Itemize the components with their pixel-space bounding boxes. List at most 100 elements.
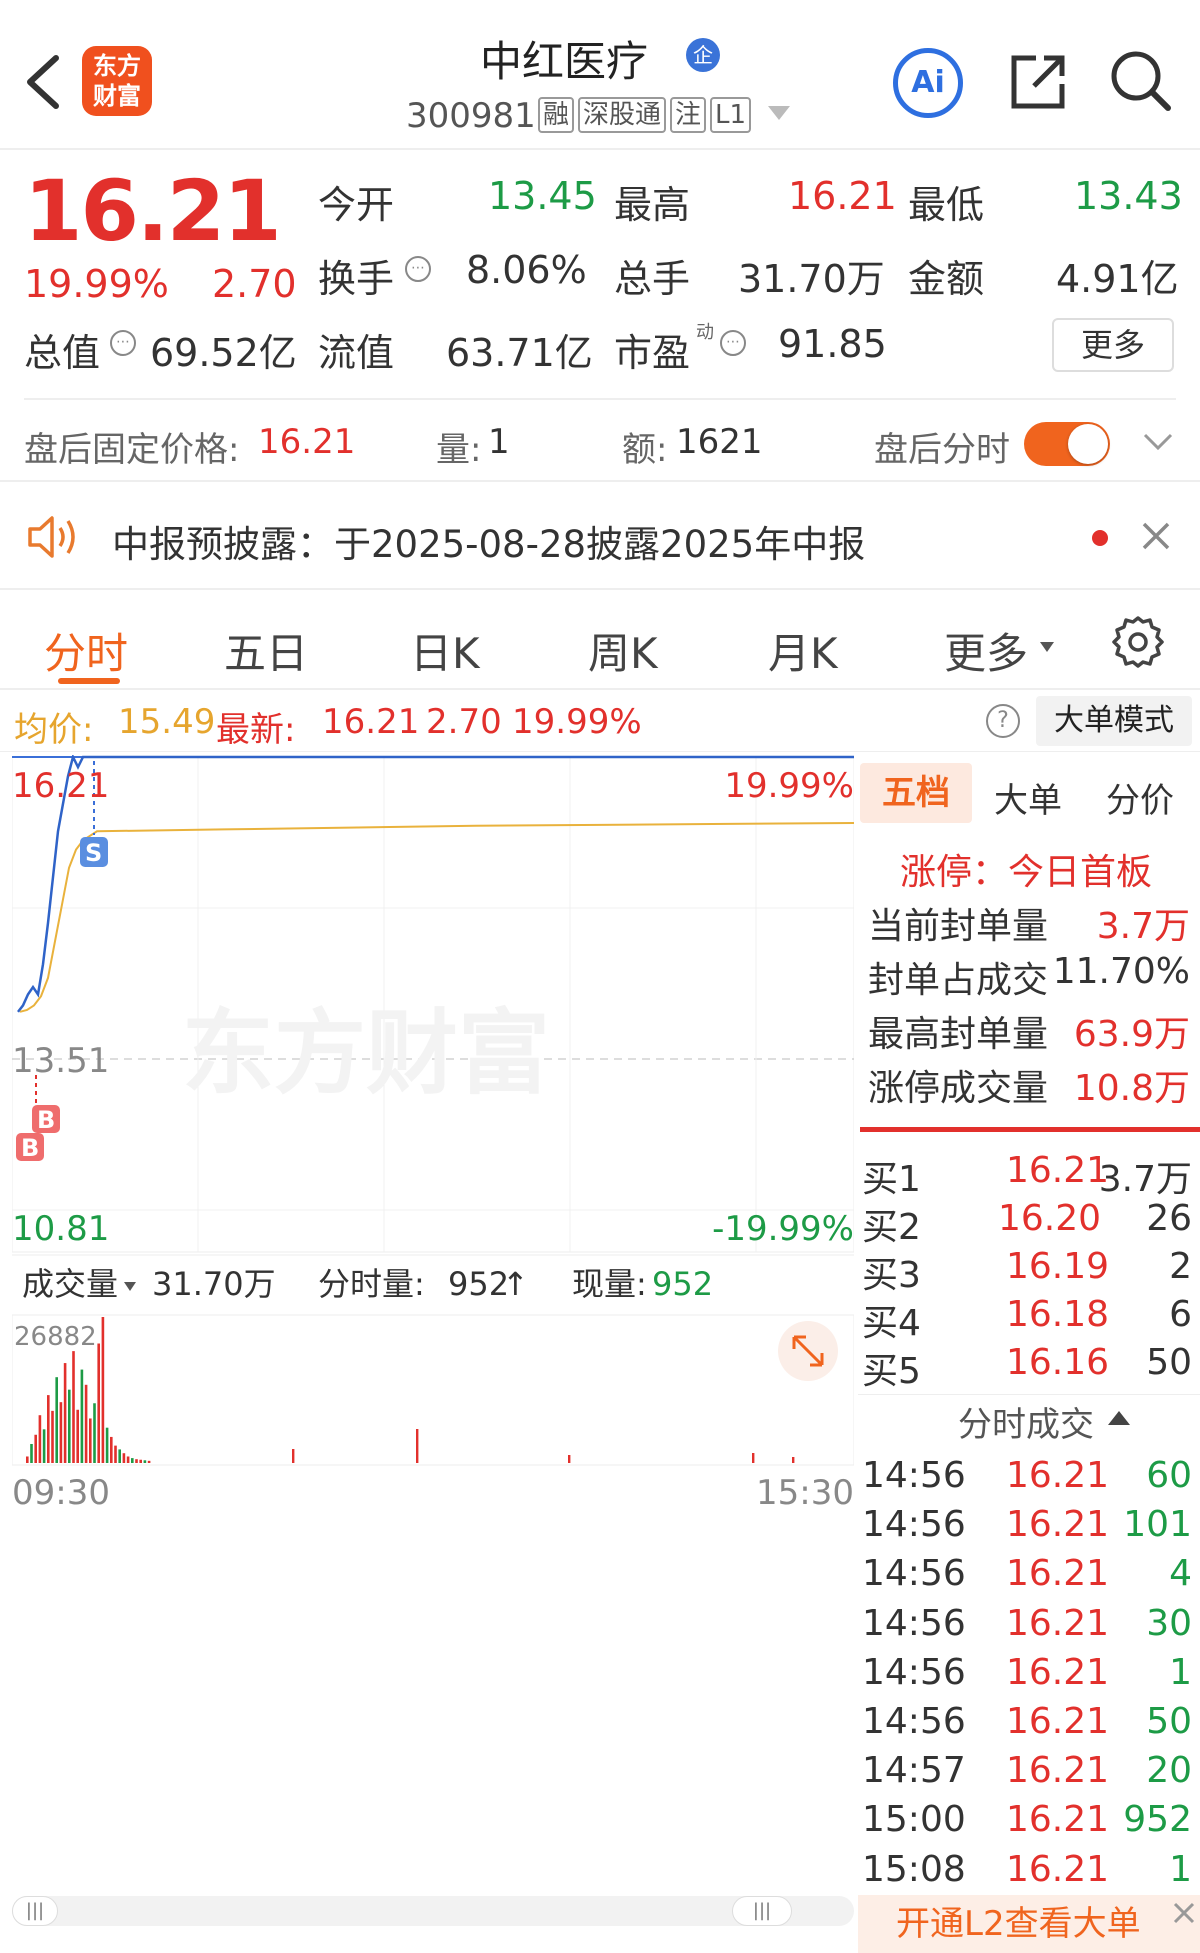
trade-volume: 20 — [1146, 1750, 1192, 1792]
stat-row: 封单占成交 11.70% — [858, 951, 1200, 1001]
tab-weekly-k[interactable]: 周K — [588, 620, 658, 681]
turnover-value: 8.06% — [466, 248, 587, 292]
bid-volume: 2 — [1169, 1246, 1192, 1287]
volume-bar — [47, 1395, 50, 1463]
trade-time: 15:00 — [862, 1799, 966, 1841]
volume-bar — [118, 1449, 121, 1463]
afterhours-price-label: 盘后固定价格: — [24, 430, 240, 470]
watermark: 东方财富 — [182, 1000, 550, 1107]
tab-underline — [58, 678, 120, 684]
speaker-icon — [26, 512, 82, 562]
side-tab-five-level[interactable]: 五档 — [860, 763, 972, 823]
stat-value: 63.9万 — [1073, 1014, 1190, 1055]
volume-bar — [126, 1456, 130, 1463]
marketcap-label: 总值 — [24, 331, 101, 375]
bid-volume: 6 — [1169, 1294, 1192, 1335]
stock-tags: 融 深股通 注 L1 — [538, 97, 752, 133]
volume-bar — [131, 1458, 134, 1463]
ai-button[interactable]: Ai — [893, 48, 963, 118]
help-icon[interactable]: ? — [986, 704, 1020, 738]
volume-bar — [63, 1363, 67, 1463]
bid-row[interactable]: 买4 16.18 6 — [858, 1294, 1200, 1344]
chevron-down-icon[interactable] — [768, 106, 790, 120]
trade-row: 14:57 16.21 20 — [858, 1750, 1200, 1798]
trade-time: 14:56 — [862, 1553, 966, 1595]
tab-monthly-k[interactable]: 月K — [768, 620, 838, 681]
avg-value: 15.49 — [118, 702, 216, 742]
volume-value: 31.70万 — [738, 257, 885, 301]
bid-volume: 26 — [1146, 1198, 1192, 1239]
bid-row[interactable]: 买2 16.20 26 — [858, 1198, 1200, 1248]
share-icon[interactable] — [1006, 50, 1070, 114]
y-tick-low: 10.81 — [12, 1209, 109, 1249]
volume-total: 31.70万 — [152, 1265, 276, 1303]
bid-label: 买5 — [862, 1351, 921, 1392]
x-tick-end: 15:30 — [756, 1473, 854, 1513]
tab-intraday[interactable]: 分时 — [44, 620, 128, 681]
trade-row: 14:56 16.21 60 — [858, 1455, 1200, 1503]
current-volume-label: 现量: — [572, 1265, 647, 1303]
trade-volume: 1 — [1169, 1848, 1192, 1890]
pe-dynamic-sup: 动 — [696, 322, 714, 343]
trade-volume: 101 — [1123, 1504, 1192, 1546]
dropdown-arrow-icon[interactable] — [124, 1282, 136, 1291]
chart-canvas[interactable]: 东方财富 S B B 16.21 13.51 10.81 19.99% -19.… — [11, 753, 855, 1515]
close-icon[interactable] — [1140, 520, 1172, 552]
volume-bar — [59, 1402, 63, 1463]
chevron-down-icon[interactable] — [1142, 430, 1174, 454]
gear-icon[interactable] — [1110, 614, 1166, 670]
trades-title[interactable]: 分时成交 — [958, 1397, 1094, 1446]
info-icon[interactable]: ⋯ — [110, 330, 136, 356]
volume-selector[interactable]: 成交量 — [22, 1265, 118, 1303]
info-icon[interactable]: ⋯ — [720, 330, 746, 356]
float-label: 流值 — [318, 331, 395, 375]
trade-volume: 1 — [1169, 1651, 1192, 1693]
tab-more[interactable]: 更多 — [944, 620, 1028, 681]
more-button[interactable]: 更多 — [1052, 318, 1174, 372]
scroll-handle-right[interactable]: ||| — [732, 1896, 792, 1926]
collapse-arrow-icon[interactable] — [1108, 1411, 1130, 1425]
back-icon[interactable] — [22, 52, 66, 112]
notice-text: 中报预披露：于2025-08-28披露2025年中报 — [112, 523, 866, 566]
minute-volume-value: 952 — [448, 1265, 509, 1303]
intraday-chart[interactable]: 东方财富 S B B 16.21 13.51 10.81 19.99% -19.… — [11, 753, 855, 1515]
tab-daily-k[interactable]: 日K — [410, 620, 480, 681]
trade-volume: 30 — [1146, 1602, 1192, 1644]
low-value: 13.43 — [1074, 174, 1183, 218]
scroll-handle-left[interactable]: ||| — [12, 1896, 58, 1926]
close-icon[interactable] — [1172, 1901, 1196, 1925]
volume-bar — [51, 1410, 54, 1463]
search-icon[interactable] — [1108, 48, 1174, 114]
bid-row[interactable]: 买3 16.19 2 — [858, 1246, 1200, 1296]
timeline-scrollbar[interactable]: ||| ||| — [12, 1896, 854, 1926]
bid-price: 16.20 — [998, 1198, 1102, 1239]
order-book-panel: 五档 大单 分价 涨停：今日首板 当前封单量 3.7万 封单占成交 11.70% 最… — [858, 755, 1200, 1953]
bid-row[interactable]: 买5 16.16 50 — [858, 1342, 1200, 1392]
tab-five-day[interactable]: 五日 — [224, 620, 308, 681]
l2-banner[interactable]: 开通L2查看大单 — [858, 1895, 1200, 1953]
pct-tick-high: 19.99% — [724, 766, 854, 806]
side-tab-big-order[interactable]: 大单 — [994, 773, 1062, 822]
trade-price: 16.21 — [1006, 1504, 1110, 1546]
afterhours-toggle[interactable] — [1024, 422, 1110, 466]
bid-volume: 50 — [1146, 1342, 1192, 1383]
tag-connect: 深股通 — [578, 97, 667, 133]
bid-volume: 3.7万 — [1098, 1159, 1192, 1200]
minute-volume-label: 分时量: — [318, 1265, 425, 1303]
trade-row: 14:56 16.21 50 — [858, 1701, 1200, 1749]
big-order-mode-button[interactable]: 大单模式 — [1036, 696, 1192, 746]
stat-value: 3.7万 — [1096, 906, 1190, 947]
trade-row: 15:00 16.21 952 — [858, 1799, 1200, 1847]
side-tab-price-dist[interactable]: 分价 — [1106, 773, 1174, 822]
trade-time: 14:57 — [862, 1750, 966, 1792]
volume-max-label: 26882 — [14, 1322, 97, 1352]
volume-bar — [105, 1427, 109, 1463]
open-value: 13.45 — [488, 174, 597, 218]
afterhours-volume: 1 — [488, 422, 510, 462]
notice-bar[interactable]: 中报预披露：于2025-08-28披露2025年中报 — [0, 480, 1200, 590]
float-value: 63.71亿 — [446, 331, 593, 375]
bid-row[interactable]: 买1 16.21 3.7万 — [858, 1150, 1200, 1200]
bid-price: 16.21 — [1006, 1150, 1110, 1191]
info-icon[interactable]: ⋯ — [405, 256, 431, 282]
trade-time: 14:56 — [862, 1455, 966, 1496]
